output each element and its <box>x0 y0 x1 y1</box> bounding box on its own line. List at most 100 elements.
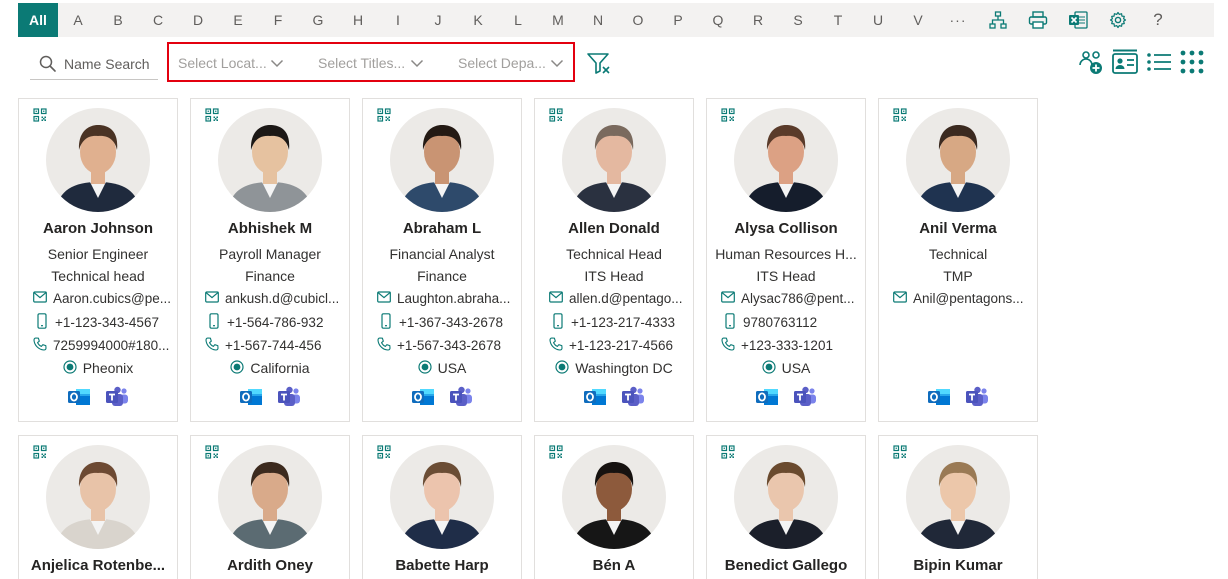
qr-code-icon[interactable] <box>721 108 735 122</box>
alphabet-filter-a[interactable]: A <box>58 3 98 37</box>
teams-icon[interactable] <box>449 385 473 409</box>
employee-mobile[interactable]: 9780763112 <box>723 312 859 331</box>
employee-email[interactable]: Alysac786@pent... <box>721 289 859 307</box>
teams-icon[interactable] <box>965 385 989 409</box>
alphabet-filter-s[interactable]: S <box>778 3 818 37</box>
employee-card[interactable]: Aaron Johnson Senior Engineer Technical he… <box>18 98 178 422</box>
employee-mobile[interactable]: +1-123-343-4567 <box>35 312 171 331</box>
employee-card[interactable]: Ardith Oney <box>190 435 350 579</box>
alphabet-filter-l[interactable]: L <box>498 3 538 37</box>
employee-name[interactable]: Bén A <box>539 557 689 574</box>
alphabet-filter-g[interactable]: G <box>298 3 338 37</box>
qr-code-icon[interactable] <box>721 445 735 459</box>
outlook-icon[interactable] <box>927 385 951 409</box>
employee-name[interactable]: Allen Donald <box>539 220 689 237</box>
alphabet-filter-t[interactable]: T <box>818 3 858 37</box>
outlook-icon[interactable] <box>755 385 779 409</box>
location-filter-dropdown[interactable]: Select Locat... <box>178 51 298 75</box>
employee-email[interactable]: ankush.d@cubicl... <box>205 289 343 307</box>
teams-icon[interactable] <box>621 385 645 409</box>
employee-mobile[interactable]: +1-564-786-932 <box>207 312 343 331</box>
employee-card[interactable]: Abraham L Financial Analyst Finance Laughto… <box>362 98 522 422</box>
employee-card[interactable]: Anjelica Rotenbe... <box>18 435 178 579</box>
help-button[interactable]: ? <box>1138 3 1178 37</box>
employee-email[interactable]: Laughton.abraha... <box>377 289 515 307</box>
employee-card[interactable]: Babette Harp <box>362 435 522 579</box>
employee-mobile[interactable]: +1-123-217-4333 <box>551 312 687 331</box>
settings-button[interactable] <box>1098 3 1138 37</box>
alphabet-filter-q[interactable]: Q <box>698 3 738 37</box>
employee-work-phone[interactable]: +123-333-1201 <box>721 336 859 354</box>
employee-work-phone[interactable]: 7259994000#180... <box>33 336 171 354</box>
add-contact-view-button[interactable] <box>1076 46 1106 78</box>
clear-filter-icon[interactable] <box>586 50 612 76</box>
alphabet-filter-f[interactable]: F <box>258 3 298 37</box>
employee-email[interactable]: Anil@pentagons... <box>893 289 1031 307</box>
qr-code-icon[interactable] <box>205 108 219 122</box>
employee-email[interactable]: allen.d@pentago... <box>549 289 687 307</box>
qr-code-icon[interactable] <box>893 108 907 122</box>
alphabet-filter-i[interactable]: I <box>378 3 418 37</box>
employee-name[interactable]: Ardith Oney <box>195 557 345 574</box>
outlook-icon[interactable] <box>67 385 91 409</box>
employee-card[interactable]: Bipin Kumar <box>878 435 1038 579</box>
outlook-icon[interactable] <box>583 385 607 409</box>
teams-icon[interactable] <box>793 385 817 409</box>
more-button[interactable]: ··· <box>938 3 978 37</box>
qr-code-icon[interactable] <box>377 108 391 122</box>
name-search-input[interactable] <box>64 55 156 72</box>
alphabet-filter-b[interactable]: B <box>98 3 138 37</box>
card-view-button[interactable] <box>1110 46 1140 78</box>
employee-email[interactable]: Aaron.cubics@pe... <box>33 289 171 307</box>
alphabet-filter-h[interactable]: H <box>338 3 378 37</box>
employee-mobile[interactable]: +1-367-343-2678 <box>379 312 515 331</box>
qr-code-icon[interactable] <box>33 108 47 122</box>
outlook-icon[interactable] <box>239 385 263 409</box>
employee-name[interactable]: Abraham L <box>367 220 517 237</box>
alphabet-filter-c[interactable]: C <box>138 3 178 37</box>
qr-code-icon[interactable] <box>549 108 563 122</box>
qr-code-icon[interactable] <box>377 445 391 459</box>
alphabet-filter-p[interactable]: P <box>658 3 698 37</box>
outlook-icon[interactable] <box>411 385 435 409</box>
employee-work-phone[interactable]: +1-123-217-4566 <box>549 336 687 354</box>
alphabet-filter-d[interactable]: D <box>178 3 218 37</box>
alphabet-filter-e[interactable]: E <box>218 3 258 37</box>
employee-name[interactable]: Anil Verma <box>883 220 1033 237</box>
qr-code-icon[interactable] <box>33 445 47 459</box>
alphabet-filter-o[interactable]: O <box>618 3 658 37</box>
alphabet-filter-v[interactable]: V <box>898 3 938 37</box>
employee-card[interactable]: Benedict Gallego <box>706 435 866 579</box>
employee-card[interactable]: Anil Verma Technical TMP Anil@pentagons... <box>878 98 1038 422</box>
qr-code-icon[interactable] <box>893 445 907 459</box>
employee-name[interactable]: Aaron Johnson <box>23 220 173 237</box>
alphabet-filter-k[interactable]: K <box>458 3 498 37</box>
print-button[interactable] <box>1018 3 1058 37</box>
alphabet-filter-all[interactable]: All <box>18 3 58 37</box>
qr-code-icon[interactable] <box>549 445 563 459</box>
excel-export-button[interactable] <box>1058 3 1098 37</box>
employee-name[interactable]: Anjelica Rotenbe... <box>23 557 173 574</box>
alphabet-filter-u[interactable]: U <box>858 3 898 37</box>
alphabet-filter-r[interactable]: R <box>738 3 778 37</box>
alphabet-filter-m[interactable]: M <box>538 3 578 37</box>
grid-view-button[interactable] <box>1177 46 1207 78</box>
employee-card[interactable]: Allen Donald Technical Head ITS Head allen.… <box>534 98 694 422</box>
department-filter-dropdown[interactable]: Select Depa... <box>458 51 578 75</box>
list-view-button[interactable] <box>1144 46 1174 78</box>
alphabet-filter-j[interactable]: J <box>418 3 458 37</box>
employee-name[interactable]: Bipin Kumar <box>883 557 1033 574</box>
teams-icon[interactable] <box>277 385 301 409</box>
employee-work-phone[interactable]: +1-567-744-456 <box>205 336 343 354</box>
alphabet-filter-n[interactable]: N <box>578 3 618 37</box>
employee-name[interactable]: Abhishek M <box>195 220 345 237</box>
teams-icon[interactable] <box>105 385 129 409</box>
employee-name[interactable]: Babette Harp <box>367 557 517 574</box>
qr-code-icon[interactable] <box>205 445 219 459</box>
title-filter-dropdown[interactable]: Select Titles... <box>318 51 438 75</box>
employee-card[interactable]: Abhishek M Payroll Manager Finance ankush.d… <box>190 98 350 422</box>
employee-card[interactable]: Alysa Collison Human Resources H... ITS He… <box>706 98 866 422</box>
employee-name[interactable]: Alysa Collison <box>711 220 861 237</box>
employee-work-phone[interactable]: +1-567-343-2678 <box>377 336 515 354</box>
employee-card[interactable]: Bén A <box>534 435 694 579</box>
